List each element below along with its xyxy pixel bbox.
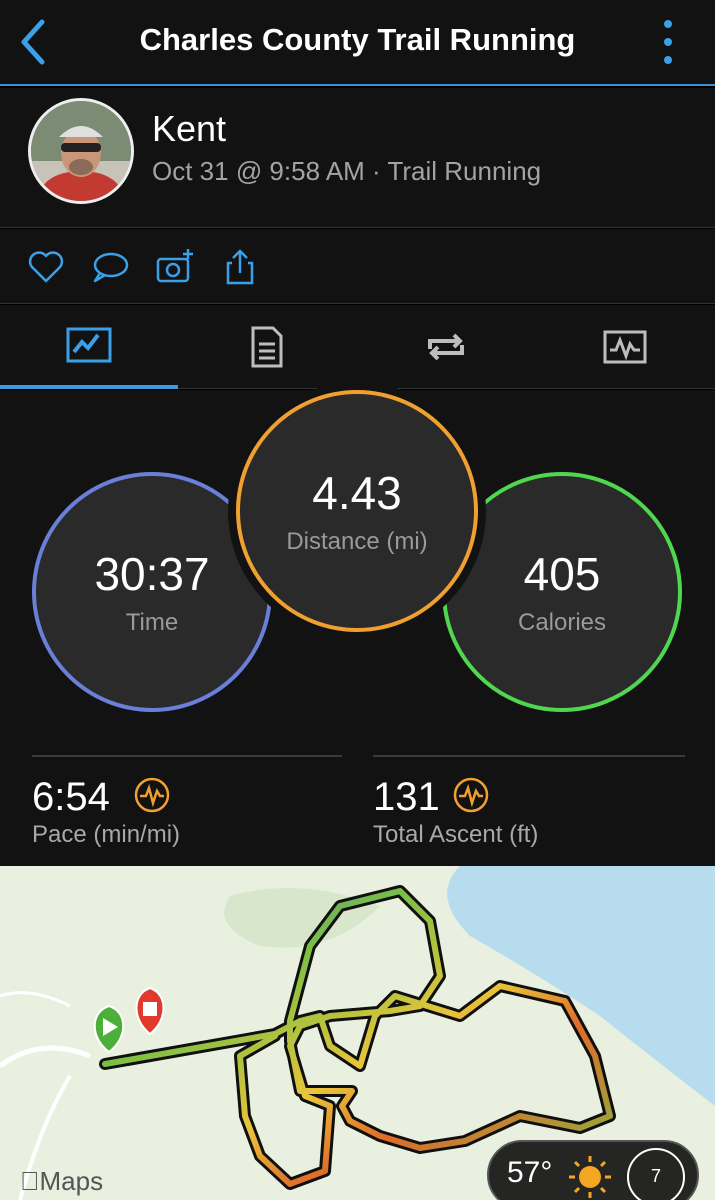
ascent-label: Total Ascent (ft) bbox=[373, 821, 539, 848]
more-options-icon[interactable] bbox=[661, 20, 675, 64]
sun-icon bbox=[569, 1156, 611, 1198]
time-value: 30:37 bbox=[94, 548, 210, 600]
distance-value: 4.43 bbox=[312, 467, 402, 519]
distance-ring: 4.43 Distance (mi) bbox=[236, 390, 478, 632]
tab-bar bbox=[0, 305, 715, 389]
heart-icon[interactable] bbox=[26, 247, 66, 287]
weather-badge: 57° 7 bbox=[487, 1140, 699, 1200]
tab-laps[interactable] bbox=[357, 305, 535, 389]
avatar[interactable] bbox=[28, 98, 134, 204]
wind-indicator: 7 bbox=[627, 1148, 685, 1200]
tab-details[interactable] bbox=[178, 305, 356, 389]
chart-icon bbox=[603, 330, 647, 364]
document-icon bbox=[251, 326, 283, 368]
user-name[interactable]: Kent bbox=[152, 108, 226, 150]
wind-speed: 7 bbox=[650, 1166, 661, 1186]
nav-header: Charles County Trail Running bbox=[0, 0, 715, 86]
tab-overview[interactable] bbox=[0, 305, 178, 389]
calories-value: 405 bbox=[523, 548, 601, 600]
calories-label: Calories bbox=[517, 609, 607, 636]
activity-meta: Oct 31 @ 9:58 AM · Trail Running bbox=[152, 156, 542, 186]
time-label: Time bbox=[125, 609, 179, 636]
maps-attribution[interactable]: Maps bbox=[20, 1166, 103, 1197]
ascent-activity-icon bbox=[453, 777, 489, 813]
add-photo-icon[interactable] bbox=[155, 247, 195, 287]
share-icon[interactable] bbox=[220, 247, 260, 287]
stats-panel: 30:37 Time 405 Calories 4.43 Distance (m… bbox=[0, 390, 715, 866]
overview-icon bbox=[66, 327, 112, 363]
activity-header: Kent Oct 31 @ 9:58 AM · Trail Running bbox=[0, 88, 715, 228]
divider bbox=[32, 755, 342, 757]
pace-label: Pace (min/mi) bbox=[32, 821, 181, 848]
pace-activity-icon bbox=[134, 777, 170, 813]
calories-ring: 405 Calories bbox=[442, 472, 682, 712]
ascent-value: 131 bbox=[373, 775, 440, 819]
divider bbox=[373, 755, 685, 757]
pace-value: 6:54 bbox=[32, 775, 110, 819]
tab-charts[interactable] bbox=[536, 305, 714, 389]
temperature: 57° bbox=[507, 1156, 553, 1189]
action-bar bbox=[0, 229, 715, 304]
comment-icon[interactable] bbox=[90, 247, 130, 287]
repeat-icon bbox=[428, 333, 464, 361]
distance-label: Distance (mi) bbox=[286, 528, 428, 555]
page-title: Charles County Trail Running bbox=[139, 22, 576, 57]
route-map[interactable]: Maps 57° 7 bbox=[0, 866, 715, 1200]
